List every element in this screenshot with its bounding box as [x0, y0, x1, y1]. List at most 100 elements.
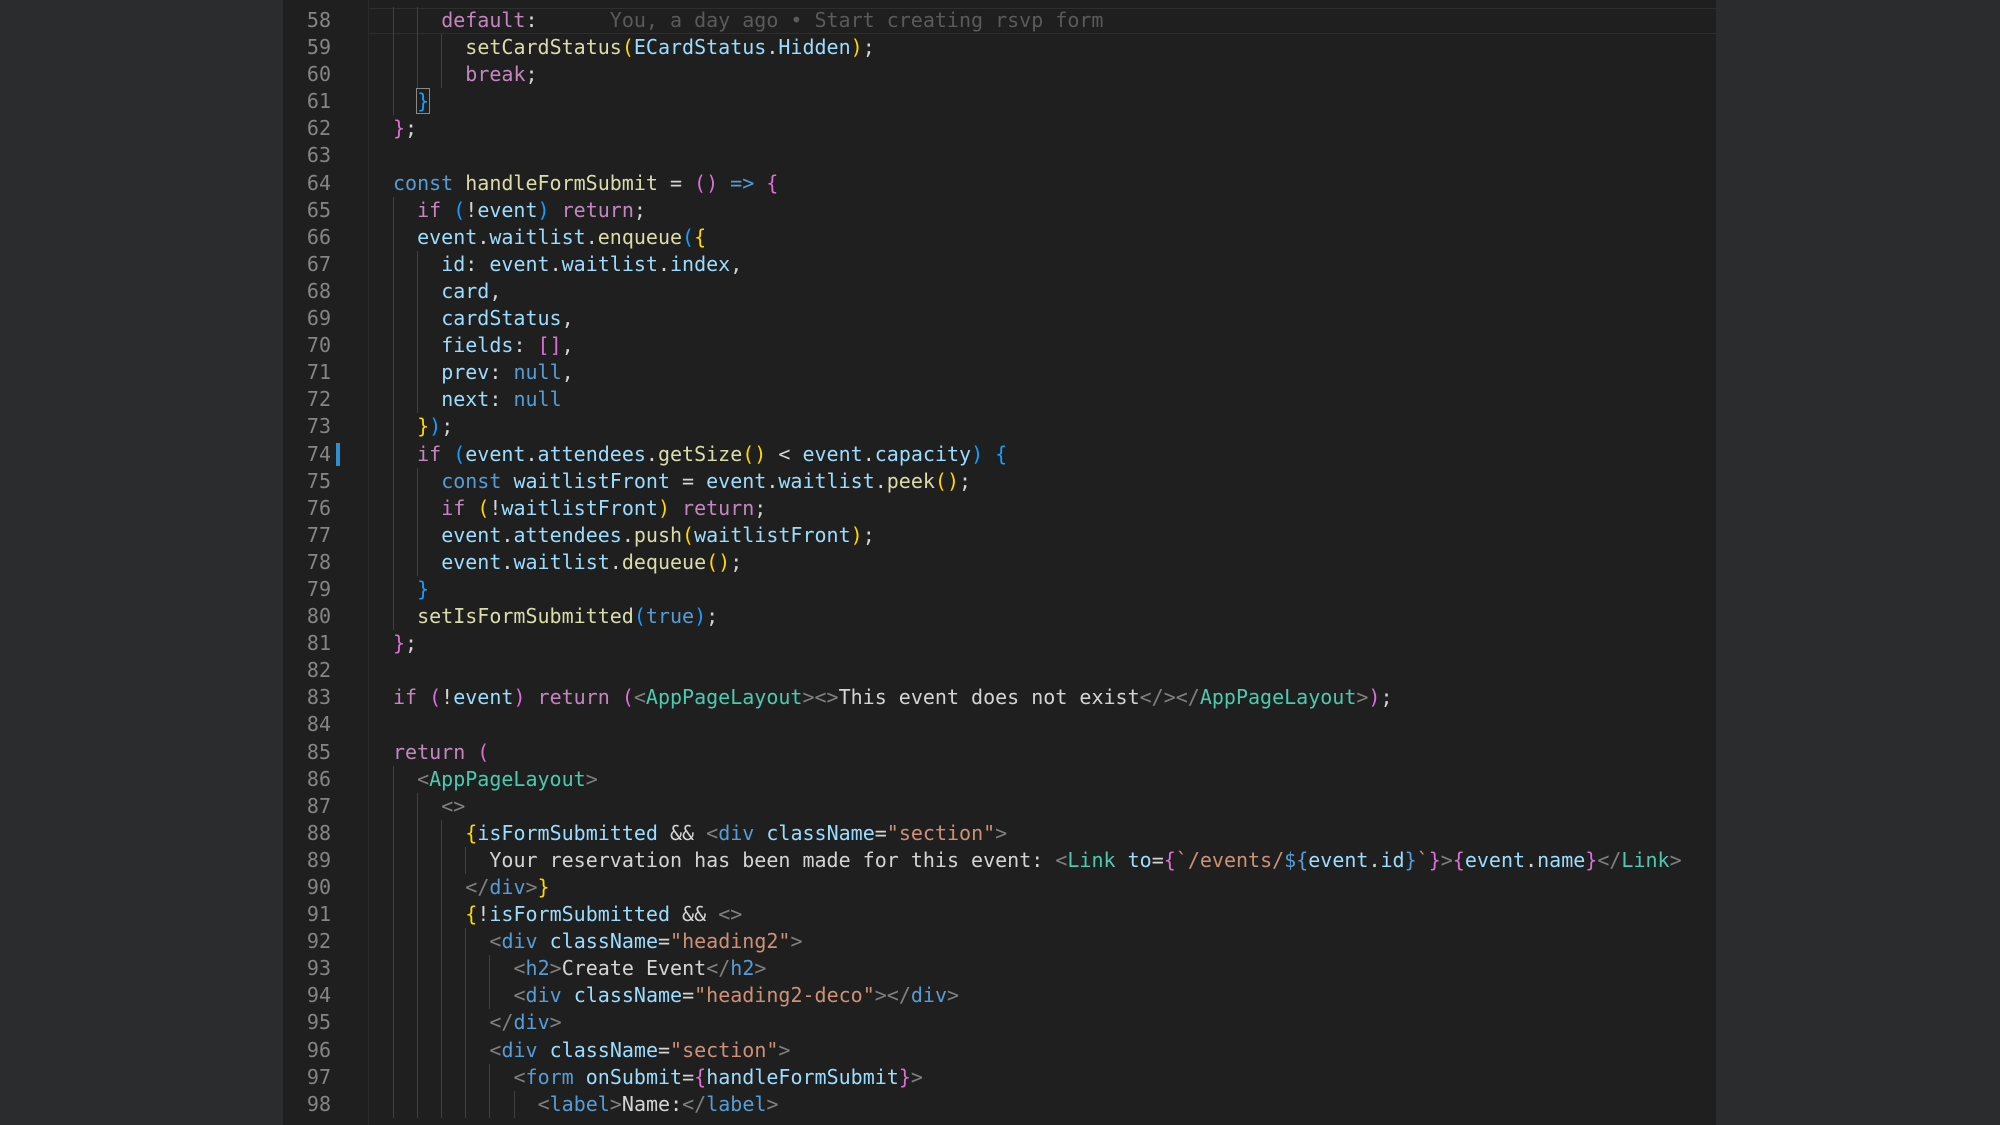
- line-number[interactable]: 88: [283, 820, 331, 847]
- line-number[interactable]: 79: [283, 576, 331, 603]
- line-number[interactable]: 60: [283, 61, 331, 88]
- code-editor[interactable]: 58 default: You, a day ago • Start creati…: [283, 0, 1716, 1125]
- line-number[interactable]: 89: [283, 847, 331, 874]
- line-number[interactable]: 98: [283, 1091, 331, 1118]
- code-line[interactable]: 81};: [283, 630, 1716, 657]
- line-number[interactable]: 73: [283, 413, 331, 440]
- line-number[interactable]: 58: [283, 7, 331, 34]
- code-text[interactable]: default: You, a day ago • Start creating…: [441, 7, 1103, 34]
- line-number[interactable]: 78: [283, 549, 331, 576]
- code-text[interactable]: event.waitlist.dequeue();: [441, 549, 742, 576]
- code-line[interactable]: 94 <div className="heading2-deco"></div>: [283, 982, 1716, 1010]
- line-number[interactable]: 76: [283, 495, 331, 522]
- code-text[interactable]: }: [416, 88, 431, 115]
- code-text[interactable]: <AppPageLayout>: [417, 766, 598, 793]
- code-text[interactable]: <div className="heading2">: [489, 928, 802, 955]
- code-line[interactable]: 97 <form onSubmit={handleFormSubmit}>: [283, 1063, 1716, 1091]
- line-number[interactable]: 69: [283, 305, 331, 332]
- code-line[interactable]: 72 next: null: [283, 386, 1716, 414]
- code-text[interactable]: event.attendees.push(waitlistFront);: [441, 522, 875, 549]
- code-text[interactable]: <h2>Create Event</h2>: [514, 955, 767, 982]
- code-line[interactable]: 65 if (!event) return;: [283, 196, 1716, 224]
- code-line[interactable]: 71 prev: null,: [283, 359, 1716, 387]
- line-number[interactable]: 83: [283, 684, 331, 711]
- code-text[interactable]: if (!waitlistFront) return;: [441, 495, 766, 522]
- code-line[interactable]: 79}: [283, 575, 1716, 604]
- code-line[interactable]: 84: [283, 711, 1716, 738]
- code-line[interactable]: 63: [283, 142, 1716, 169]
- code-line[interactable]: 83 if (!event) return (<AppPageLayout><>T…: [283, 684, 1716, 711]
- code-line[interactable]: 87 <>: [283, 792, 1716, 820]
- code-text[interactable]: next: null: [441, 386, 561, 413]
- code-line[interactable]: 77 event.attendees.push(waitlistFront);: [283, 521, 1716, 549]
- code-line[interactable]: 73});: [283, 413, 1716, 441]
- code-line[interactable]: 90 </div>}: [283, 874, 1716, 902]
- code-text[interactable]: Your reservation has been made for this …: [489, 847, 1681, 874]
- line-number[interactable]: 87: [283, 793, 331, 820]
- line-number[interactable]: 85: [283, 739, 331, 766]
- code-text[interactable]: };: [393, 630, 417, 657]
- code-text[interactable]: card,: [441, 278, 501, 305]
- line-number[interactable]: 66: [283, 224, 331, 251]
- code-text[interactable]: if (!event) return;: [417, 197, 646, 224]
- code-text[interactable]: </div>: [489, 1009, 561, 1036]
- line-number[interactable]: 65: [283, 197, 331, 224]
- code-line[interactable]: 74 if (event.attendees.getSize() < event.…: [283, 440, 1716, 468]
- line-number[interactable]: 86: [283, 766, 331, 793]
- line-number[interactable]: 67: [283, 251, 331, 278]
- line-number[interactable]: 77: [283, 522, 331, 549]
- code-text[interactable]: event.waitlist.enqueue({: [417, 224, 706, 251]
- code-text[interactable]: <div className="heading2-deco"></div>: [514, 982, 960, 1009]
- line-number[interactable]: 59: [283, 34, 331, 61]
- code-line[interactable]: 68 card,: [283, 277, 1716, 306]
- code-line[interactable]: 64 const handleFormSubmit = () => {: [283, 170, 1716, 197]
- code-text[interactable]: <div className="section">: [489, 1037, 790, 1064]
- code-text[interactable]: {isFormSubmitted && <div className="sect…: [465, 820, 1007, 847]
- code-text[interactable]: const handleFormSubmit = () => {: [393, 170, 778, 197]
- code-line[interactable]: 60 break;: [283, 61, 1716, 89]
- code-line[interactable]: 59 setCardStatus(ECardStatus.Hidden);: [283, 34, 1716, 62]
- line-number[interactable]: 95: [283, 1009, 331, 1036]
- code-line[interactable]: 92 <div className="heading2">: [283, 928, 1716, 956]
- code-text[interactable]: });: [417, 413, 453, 440]
- code-line[interactable]: 75 const waitlistFront = event.waitlist.p…: [283, 467, 1716, 495]
- code-text[interactable]: }: [417, 576, 429, 603]
- line-number[interactable]: 94: [283, 982, 331, 1009]
- code-line[interactable]: 98 <label>Name:</label>: [283, 1090, 1716, 1118]
- code-text[interactable]: <form onSubmit={handleFormSubmit}>: [514, 1064, 923, 1091]
- line-number[interactable]: 75: [283, 468, 331, 495]
- code-line[interactable]: 96 <div className="section">: [283, 1036, 1716, 1064]
- code-text[interactable]: </div>}: [465, 874, 549, 901]
- line-number[interactable]: 92: [283, 928, 331, 955]
- code-line[interactable]: 88 {isFormSubmitted && <div className="se…: [283, 819, 1716, 847]
- line-number[interactable]: 64: [283, 170, 331, 197]
- code-text[interactable]: setIsFormSubmitted(true);: [417, 603, 718, 630]
- line-number[interactable]: 97: [283, 1064, 331, 1091]
- code-line[interactable]: 85 return (: [283, 739, 1716, 766]
- code-line[interactable]: 86 <AppPageLayout>: [283, 765, 1716, 793]
- line-number[interactable]: 72: [283, 386, 331, 413]
- code-text[interactable]: fields: [],: [441, 332, 573, 359]
- code-line[interactable]: 70 fields: [],: [283, 332, 1716, 360]
- line-number[interactable]: 84: [283, 711, 331, 738]
- code-lines[interactable]: 58 default: You, a day ago • Start creati…: [283, 7, 1716, 1118]
- code-line[interactable]: 58 default: You, a day ago • Start creati…: [283, 7, 1716, 35]
- code-text[interactable]: cardStatus,: [441, 305, 573, 332]
- code-line[interactable]: 67 id: event.waitlist.index,: [283, 250, 1716, 278]
- code-text[interactable]: return (: [393, 739, 489, 766]
- line-number[interactable]: 91: [283, 901, 331, 928]
- line-number[interactable]: 90: [283, 874, 331, 901]
- line-number[interactable]: 74: [283, 441, 331, 468]
- code-line[interactable]: 80 setIsFormSubmitted(true);: [283, 603, 1716, 631]
- code-line[interactable]: 62};: [283, 115, 1716, 142]
- code-text[interactable]: <label>Name:</label>: [538, 1091, 779, 1118]
- code-text[interactable]: prev: null,: [441, 359, 573, 386]
- code-line[interactable]: 78 event.waitlist.dequeue();: [283, 548, 1716, 576]
- code-line[interactable]: 66 event.waitlist.enqueue({: [283, 223, 1716, 251]
- code-line[interactable]: 82: [283, 657, 1716, 684]
- code-text[interactable]: setCardStatus(ECardStatus.Hidden);: [465, 34, 874, 61]
- line-number[interactable]: 61: [283, 88, 331, 115]
- line-number[interactable]: 81: [283, 630, 331, 657]
- code-text[interactable]: break;: [465, 61, 537, 88]
- line-number[interactable]: 71: [283, 359, 331, 386]
